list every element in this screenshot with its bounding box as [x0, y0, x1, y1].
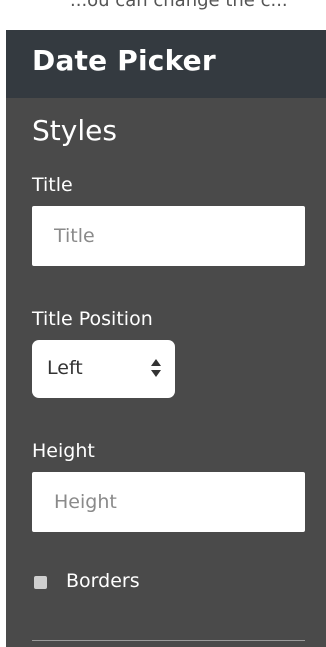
- borders-label[interactable]: Borders: [66, 570, 140, 592]
- borders-checkbox[interactable]: [34, 576, 47, 589]
- settings-panel: Date Picker Styles Title Title Position …: [6, 30, 326, 647]
- section-title: Styles: [32, 114, 117, 147]
- title-label: Title: [32, 174, 73, 196]
- divider: [32, 640, 305, 641]
- panel-header: Date Picker: [6, 30, 326, 98]
- title-position-label: Title Position: [32, 308, 153, 330]
- select-arrows-icon: [151, 359, 161, 377]
- height-label: Height: [32, 440, 95, 462]
- title-position-value: Left: [47, 357, 83, 379]
- top-strip: ...ou can change the c...: [0, 0, 326, 30]
- panel-title: Date Picker: [32, 44, 216, 77]
- title-input[interactable]: [32, 206, 305, 266]
- title-position-select[interactable]: Left: [32, 340, 175, 398]
- background-text: ...ou can change the c...: [70, 0, 288, 11]
- height-input[interactable]: [32, 472, 305, 532]
